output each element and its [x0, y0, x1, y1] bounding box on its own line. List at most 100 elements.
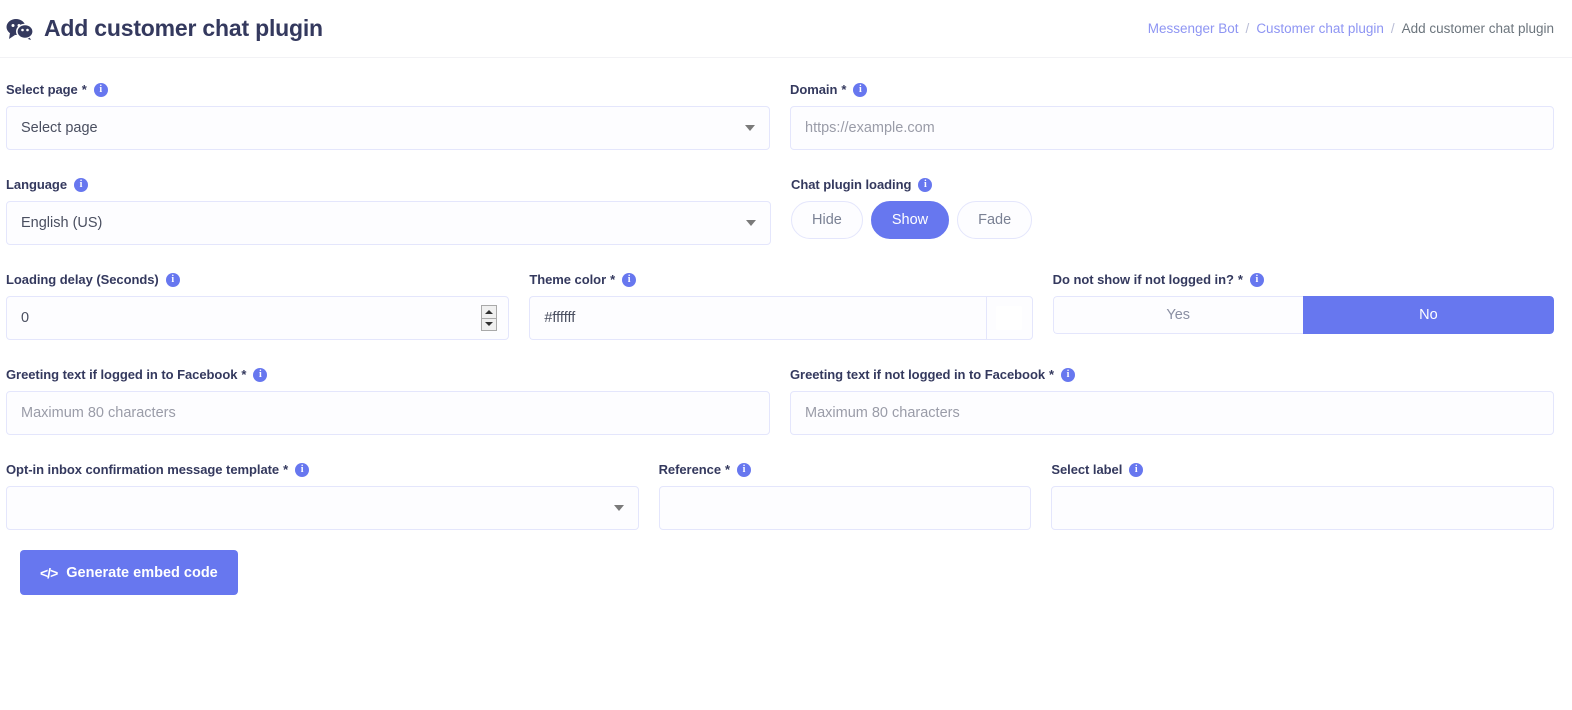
form-row-1: Select page * i Select page Domain * i: [6, 82, 1554, 150]
greeting-not-logged-in-input[interactable]: [790, 391, 1554, 435]
number-stepper[interactable]: [481, 305, 498, 331]
page-title: Add customer chat plugin: [44, 15, 323, 41]
info-icon[interactable]: i: [1129, 462, 1144, 477]
field-not-logged-in: Do not show if not logged in? * i Yes No: [1052, 272, 1554, 340]
form-row-2: Language i English (US) Chat plugin load…: [6, 177, 1554, 245]
info-icon[interactable]: i: [918, 177, 933, 192]
required-marker: *: [725, 462, 731, 477]
field-optin-template: Opt-in inbox confirmation message templa…: [6, 462, 639, 530]
generate-embed-code-button[interactable]: </> Generate embed code: [20, 550, 238, 595]
label-text: Language: [6, 177, 67, 192]
breadcrumb: Messenger Bot / Customer chat plugin / A…: [1148, 21, 1554, 36]
loading-option-show[interactable]: Show: [870, 201, 950, 239]
toggle-option-yes[interactable]: Yes: [1052, 296, 1303, 334]
form-row-4: Greeting text if logged in to Facebook *…: [6, 367, 1554, 435]
label-text: Select page: [6, 82, 78, 97]
page-header: Add customer chat plugin Messenger Bot /…: [0, 0, 1572, 58]
field-select-page: Select page * i Select page: [6, 82, 770, 150]
label-text: Opt-in inbox confirmation message templa…: [6, 462, 280, 477]
color-chip: [996, 306, 1023, 330]
code-icon: </>: [40, 564, 58, 581]
label-text: Reference: [658, 462, 721, 477]
label-text: Theme color: [529, 272, 607, 287]
loading-option-hide[interactable]: Hide: [791, 201, 863, 239]
form-row-3: Loading delay (Seconds) i Theme color * …: [6, 272, 1554, 340]
info-icon[interactable]: i: [853, 82, 868, 97]
required-marker: *: [1049, 367, 1055, 382]
loading-delay-wrap: [6, 296, 510, 340]
required-marker: *: [1237, 272, 1243, 287]
loading-option-fade[interactable]: Fade: [957, 201, 1033, 239]
info-icon[interactable]: i: [622, 272, 637, 287]
field-greeting-logged-in: Greeting text if logged in to Facebook *…: [6, 367, 770, 435]
theme-color-input[interactable]: [529, 296, 986, 340]
chevron-down-icon: [613, 505, 624, 511]
required-marker: *: [283, 462, 289, 477]
required-marker: *: [241, 367, 247, 382]
field-greeting-not-logged-in: Greeting text if not logged in to Facebo…: [790, 367, 1554, 435]
color-swatch-button[interactable]: [985, 296, 1033, 340]
info-icon[interactable]: i: [1061, 367, 1076, 382]
breadcrumb-item-messenger-bot[interactable]: Messenger Bot: [1148, 21, 1239, 36]
toggle-option-no[interactable]: No: [1302, 296, 1554, 334]
field-theme-color: Theme color * i: [529, 272, 1033, 340]
label-language: Language i: [6, 177, 771, 192]
info-icon[interactable]: i: [93, 82, 108, 97]
label-text: Greeting text if not logged in to Facebo…: [790, 367, 1046, 382]
breadcrumb-separator: /: [1390, 21, 1395, 36]
field-reference: Reference * i: [658, 462, 1032, 530]
info-icon[interactable]: i: [165, 272, 180, 287]
label-text: Select label: [1051, 462, 1123, 477]
generate-embed-code-label: Generate embed code: [66, 564, 218, 581]
required-marker: *: [610, 272, 616, 287]
chat-plugin-loading-group: Hide Show Fade: [791, 201, 1033, 239]
label-domain: Domain * i: [790, 82, 1554, 97]
breadcrumb-item-current: Add customer chat plugin: [1401, 21, 1554, 36]
label-text: Domain: [790, 82, 838, 97]
stepper-up-icon[interactable]: [482, 306, 497, 319]
chat-bubbles-icon: [6, 18, 34, 41]
label-chat-plugin-loading: Chat plugin loading i: [791, 177, 1032, 192]
label-greeting-logged-in: Greeting text if logged in to Facebook *…: [6, 367, 770, 382]
chevron-down-icon: [745, 125, 755, 131]
info-icon[interactable]: i: [295, 462, 310, 477]
label-loading-delay: Loading delay (Seconds) i: [6, 272, 509, 287]
domain-input[interactable]: [790, 106, 1554, 150]
breadcrumb-item-customer-chat-plugin[interactable]: Customer chat plugin: [1256, 21, 1384, 36]
label-theme-color: Theme color * i: [529, 272, 1032, 287]
label-not-logged-in: Do not show if not logged in? * i: [1053, 272, 1554, 287]
field-loading-delay: Loading delay (Seconds) i: [6, 272, 510, 340]
label-text: Loading delay (Seconds): [6, 272, 159, 287]
language-value: English (US): [21, 215, 103, 231]
info-icon[interactable]: i: [1249, 272, 1264, 287]
breadcrumb-separator: /: [1245, 21, 1250, 36]
info-icon[interactable]: i: [253, 367, 268, 382]
field-domain: Domain * i: [790, 82, 1554, 150]
field-select-label: Select label i: [1051, 462, 1554, 530]
not-logged-in-toggle: Yes No: [1052, 296, 1554, 334]
greeting-logged-in-input[interactable]: [6, 391, 770, 435]
info-icon[interactable]: i: [737, 462, 752, 477]
select-label-input[interactable]: [1051, 486, 1554, 530]
title-wrap: Add customer chat plugin: [6, 15, 323, 42]
optin-template-dropdown[interactable]: [6, 486, 639, 530]
required-marker: *: [841, 82, 847, 97]
label-text: Greeting text if logged in to Facebook: [6, 367, 238, 382]
label-reference: Reference * i: [659, 462, 1032, 477]
reference-input[interactable]: [658, 486, 1032, 530]
select-page-value: Select page: [21, 120, 98, 136]
stepper-down-icon[interactable]: [482, 319, 496, 331]
required-marker: *: [81, 82, 87, 97]
select-page-dropdown[interactable]: Select page: [6, 106, 770, 150]
form-area: Select page * i Select page Domain * i L…: [0, 58, 1572, 595]
loading-delay-input[interactable]: [6, 296, 510, 340]
form-row-5: Opt-in inbox confirmation message templa…: [6, 462, 1554, 530]
label-optin-template: Opt-in inbox confirmation message templa…: [6, 462, 639, 477]
language-dropdown[interactable]: English (US): [6, 201, 771, 245]
info-icon[interactable]: i: [74, 177, 88, 192]
label-text: Chat plugin loading: [791, 177, 912, 192]
label-select-label: Select label i: [1051, 462, 1554, 477]
theme-color-group: [529, 296, 1033, 340]
field-chat-plugin-loading: Chat plugin loading i Hide Show Fade: [791, 177, 1033, 245]
label-select-page: Select page * i: [6, 82, 770, 97]
